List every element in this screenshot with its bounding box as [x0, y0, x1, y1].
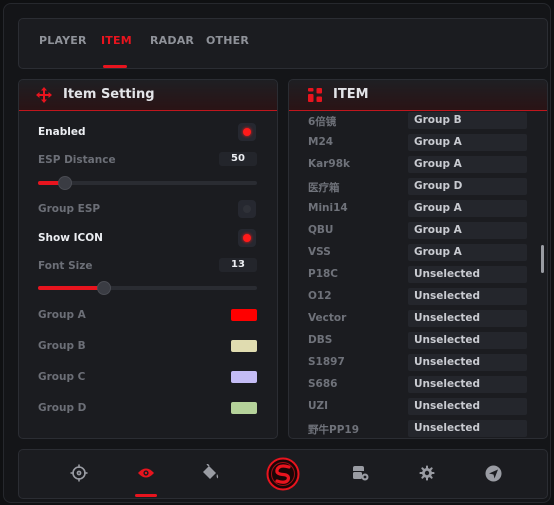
item-name: S686	[308, 378, 338, 390]
item-group-select[interactable]: Unselected	[408, 310, 527, 327]
item-list[interactable]: 6倍镜 Group B M24 Group A Kar98k Group A 医疗箱 Grou…	[289, 111, 547, 438]
item-group-select[interactable]: Unselected	[408, 398, 527, 415]
item-list-panel: ITEM 6倍镜 Group B M24 Group A Kar98k Group A 医疗…	[288, 79, 548, 439]
item-list-title: ITEM	[333, 87, 369, 102]
item-name: P18C	[308, 268, 339, 280]
item-name: VSS	[308, 246, 331, 258]
tab-player[interactable]: PLAYER	[39, 34, 87, 47]
item-group-select[interactable]: Group B	[408, 112, 527, 129]
logo-icon[interactable]	[266, 457, 300, 491]
group-b-label: Group B	[38, 340, 86, 352]
item-name: S1897	[308, 356, 345, 368]
font-size-value[interactable]: 13	[219, 258, 257, 272]
grid-icon	[308, 88, 322, 102]
item-name: M24	[308, 136, 334, 148]
item-row: 6倍镜 Group B	[289, 111, 539, 131]
item-name: 6倍镜	[308, 116, 337, 128]
item-row: UZI Unselected	[289, 397, 539, 417]
item-name: 野牛PP19	[308, 424, 360, 436]
item-group-select[interactable]: Group A	[408, 222, 527, 239]
tab-radar[interactable]: RADAR	[150, 34, 194, 47]
esp-distance-slider[interactable]	[38, 176, 257, 190]
item-row: O12 Unselected	[289, 287, 539, 307]
item-group-select[interactable]: Group A	[408, 156, 527, 173]
gear-icon[interactable]	[414, 460, 440, 486]
top-tab-bar: PLAYER ITEM RADAR OTHER	[18, 18, 548, 69]
item-row: QBU Group A	[289, 221, 539, 241]
esp-distance-value[interactable]: 50	[219, 152, 257, 166]
item-name: Mini14	[308, 202, 348, 214]
tab-item[interactable]: ITEM	[101, 34, 132, 47]
item-row: P18C Unselected	[289, 265, 539, 285]
item-group-select[interactable]: Group D	[408, 178, 527, 195]
item-row: S1897 Unselected	[289, 353, 539, 373]
send-icon[interactable]	[480, 460, 506, 486]
crosshair-icon[interactable]	[66, 460, 92, 486]
item-group-select[interactable]: Group A	[408, 134, 527, 151]
font-size-slider-knob[interactable]	[97, 281, 111, 295]
item-row: 医疗箱 Group D	[289, 177, 539, 197]
active-tab-indicator	[103, 65, 127, 68]
group-esp-label: Group ESP	[38, 203, 101, 215]
item-group-select[interactable]: Unselected	[408, 332, 527, 349]
group-c-color-swatch[interactable]	[231, 371, 257, 383]
item-name: DBS	[308, 334, 333, 346]
car-settings-icon[interactable]	[347, 460, 373, 486]
item-setting-panel: Item Setting Enabled ESP Distance 50 Gro…	[18, 79, 278, 439]
item-setting-header: Item Setting	[19, 80, 277, 111]
group-d-label: Group D	[38, 402, 87, 414]
item-name: O12	[308, 290, 332, 302]
item-list-header: ITEM	[289, 80, 547, 111]
item-name: 医疗箱	[308, 182, 340, 194]
font-size-slider-fill	[38, 286, 104, 290]
esp-distance-slider-knob[interactable]	[58, 176, 72, 190]
item-row: Mini14 Group A	[289, 199, 539, 219]
esp-distance-label: ESP Distance	[38, 154, 116, 166]
active-nav-indicator	[135, 494, 157, 497]
item-group-select[interactable]: Unselected	[408, 266, 527, 283]
item-setting-title: Item Setting	[63, 87, 155, 102]
group-a-color-swatch[interactable]	[231, 309, 257, 321]
enabled-toggle[interactable]	[238, 123, 256, 141]
eye-icon[interactable]	[133, 460, 159, 486]
paint-bucket-icon[interactable]	[198, 460, 224, 486]
item-name: Kar98k	[308, 158, 350, 170]
item-row: DBS Unselected	[289, 331, 539, 351]
font-size-slider[interactable]	[38, 281, 257, 295]
group-c-label: Group C	[38, 371, 86, 383]
item-row: M24 Group A	[289, 133, 539, 153]
move-arrows-icon	[36, 87, 52, 103]
group-b-color-swatch[interactable]	[231, 340, 257, 352]
item-row: Vector Unselected	[289, 309, 539, 329]
enabled-label: Enabled	[38, 126, 86, 138]
item-group-select[interactable]: Group A	[408, 244, 527, 261]
item-group-select[interactable]: Unselected	[408, 354, 527, 371]
group-a-label: Group A	[38, 309, 86, 321]
app-window: PLAYER ITEM RADAR OTHER Item Setting Ena…	[3, 3, 551, 503]
item-group-select[interactable]: Unselected	[408, 420, 527, 437]
item-name: QBU	[308, 224, 334, 236]
tab-other[interactable]: OTHER	[206, 34, 249, 47]
item-row: S686 Unselected	[289, 375, 539, 395]
item-name: Vector	[308, 312, 347, 324]
item-row: Kar98k Group A	[289, 155, 539, 175]
item-group-select[interactable]: Unselected	[408, 288, 527, 305]
item-row: VSS Group A	[289, 243, 539, 263]
item-name: UZI	[308, 400, 329, 412]
item-group-select[interactable]: Unselected	[408, 376, 527, 393]
font-size-label: Font Size	[38, 260, 93, 272]
group-d-color-swatch[interactable]	[231, 402, 257, 414]
item-list-scrollbar[interactable]	[541, 245, 544, 273]
show-icon-toggle[interactable]	[238, 229, 256, 247]
group-esp-toggle[interactable]	[238, 200, 256, 218]
show-icon-label: Show ICON	[38, 232, 103, 244]
bottom-nav-bar	[18, 449, 548, 499]
item-group-select[interactable]: Group A	[408, 200, 527, 217]
item-row: 野牛PP19 Unselected	[289, 419, 539, 438]
